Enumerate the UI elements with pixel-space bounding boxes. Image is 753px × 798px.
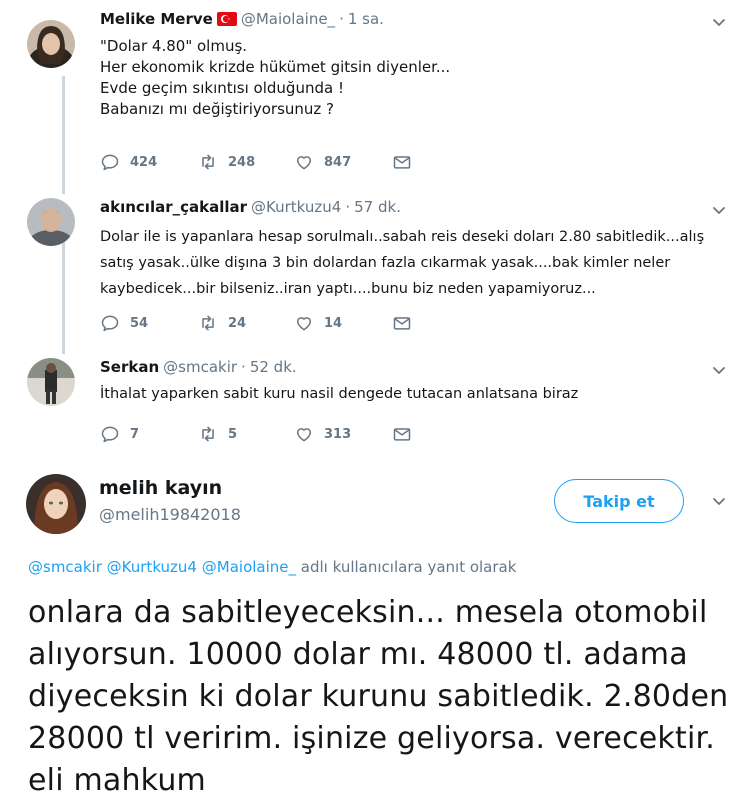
mention-link[interactable]: @smcakir: [28, 558, 102, 576]
author-handle[interactable]: @smcakir: [163, 358, 237, 376]
like-button[interactable]: 313: [294, 424, 392, 444]
chevron-down-icon[interactable]: [711, 202, 727, 218]
avatar[interactable]: [27, 20, 75, 68]
author-handle[interactable]: @Kurtkuzu4: [251, 198, 341, 216]
separator-dot: ·: [339, 10, 344, 28]
tweet-text-line: satış yasak..ülke dişına 3 bin dolardan …: [100, 255, 671, 271]
retweet-count: 248: [228, 154, 256, 170]
retweet-count: 5: [228, 426, 238, 442]
reply-icon: [101, 426, 119, 443]
timestamp[interactable]: 52 dk.: [250, 358, 297, 376]
reply-count: 54: [130, 315, 149, 331]
tweet-actions: 7 5 313: [100, 424, 422, 444]
tweet[interactable]: akıncılar_çakallar @Kurtkuzu4 · 57 dk. D…: [0, 190, 753, 350]
like-count: 14: [324, 315, 343, 331]
retweet-count: 24: [228, 315, 247, 331]
chevron-down-icon[interactable]: [711, 362, 727, 378]
tweet[interactable]: Melike Merve @Maiolaine_ · 1 sa. "Dolar …: [0, 0, 753, 190]
tweet-text-line: İthalat yaparken sabit kuru nasil denged…: [100, 386, 579, 402]
reply-button[interactable]: 54: [100, 313, 198, 333]
retweet-button[interactable]: 248: [198, 152, 294, 172]
tweet-text-line: Evde geçim sıkıntısı olduğunda !: [100, 79, 344, 97]
chevron-down-icon[interactable]: [711, 493, 727, 509]
chevron-down-icon[interactable]: [711, 14, 727, 30]
tweet-text-line: Babanızı mı değiştiriyorsunuz ?: [100, 100, 335, 118]
tweet[interactable]: Serkan @smcakir · 52 dk. İthalat yaparke…: [0, 350, 753, 460]
reply-count: 7: [130, 426, 140, 442]
like-button[interactable]: 14: [294, 313, 392, 333]
tweet-text-line: 28000 tl veririm. işinize geliyorsa. ver…: [28, 721, 716, 756]
tweet-actions: 424 248 847: [100, 152, 422, 172]
mail-icon: [393, 317, 411, 330]
heart-icon: [297, 428, 311, 442]
mention-link[interactable]: @Kurtkuzu4: [107, 558, 197, 576]
reply-button[interactable]: 424: [100, 152, 198, 172]
retweet-button[interactable]: 24: [198, 313, 294, 333]
reply-icon: [101, 154, 119, 171]
like-count: 313: [324, 426, 352, 442]
tweet-text-line: Dolar ile is yapanlara hesap sorulmalı..…: [100, 229, 705, 245]
timestamp[interactable]: 1 sa.: [348, 10, 384, 28]
like-count: 847: [324, 154, 352, 170]
retweet-icon: [202, 154, 214, 170]
mention-link[interactable]: @Maiolaine_: [202, 558, 296, 576]
heart-icon: [297, 156, 311, 170]
reply-count: 424: [130, 154, 158, 170]
separator-dot: ·: [241, 358, 246, 376]
turkey-flag-icon: [216, 12, 237, 26]
timestamp[interactable]: 57 dk.: [354, 198, 401, 216]
message-button[interactable]: [392, 313, 422, 333]
like-button[interactable]: 847: [294, 152, 392, 172]
tweet-text-line: kaybedicek...bir bilseniz..iran yaptı...…: [100, 281, 596, 297]
author-handle[interactable]: @Maiolaine_: [241, 10, 335, 28]
mail-icon: [393, 156, 411, 169]
message-button[interactable]: [392, 152, 422, 172]
tweet-text: Dolar ile is yapanlara hesap sorulmalı..…: [100, 224, 704, 302]
tweet-text-line: eli mahkum: [28, 763, 206, 798]
tweet-text-line: onlara da sabitleyeceksin... mesela otom…: [28, 595, 708, 630]
author-name[interactable]: melih kayın: [99, 477, 222, 499]
retweet-icon: [202, 426, 214, 442]
avatar[interactable]: [26, 474, 86, 534]
avatar[interactable]: [27, 198, 75, 246]
tweet-text-line: diyeceksin ki dolar kurunu sabitledik. 2…: [28, 679, 729, 714]
avatar[interactable]: [27, 358, 75, 406]
author-handle[interactable]: @melih19842018: [99, 505, 241, 524]
author-name[interactable]: Melike Merve: [100, 10, 213, 28]
author-name[interactable]: akıncılar_çakallar: [100, 198, 247, 216]
reply-button[interactable]: 7: [100, 424, 198, 444]
tweet-text: İthalat yaparken sabit kuru nasil denged…: [100, 384, 578, 405]
tweet-text-line: alıyorsun. 10000 dolar mı. 48000 tl. ada…: [28, 637, 688, 672]
tweet-text-line: "Dolar 4.80" olmuş.: [100, 37, 248, 55]
heart-icon: [297, 317, 311, 331]
retweet-icon: [202, 315, 214, 331]
reply-context-label: adlı kullanıcılara yanıt olarak: [300, 558, 517, 576]
tweet-text: onlara da sabitleyeceksin... mesela otom…: [28, 592, 728, 798]
tweet-text-line: Her ekonomik krizde hükümet gitsin diyen…: [100, 58, 451, 76]
tweet-actions: 54 24 14: [100, 313, 422, 333]
retweet-button[interactable]: 5: [198, 424, 294, 444]
message-button[interactable]: [392, 424, 422, 444]
tweet-text: "Dolar 4.80" olmuş. Her ekonomik krizde …: [100, 36, 450, 120]
reply-icon: [101, 315, 119, 332]
follow-button[interactable]: Takip et: [554, 479, 684, 523]
reply-context: @smcakir @Kurtkuzu4 @Maiolaine_ adlı kul…: [28, 558, 516, 576]
mail-icon: [393, 428, 411, 441]
author-name[interactable]: Serkan: [100, 358, 159, 376]
separator-dot: ·: [345, 198, 351, 216]
